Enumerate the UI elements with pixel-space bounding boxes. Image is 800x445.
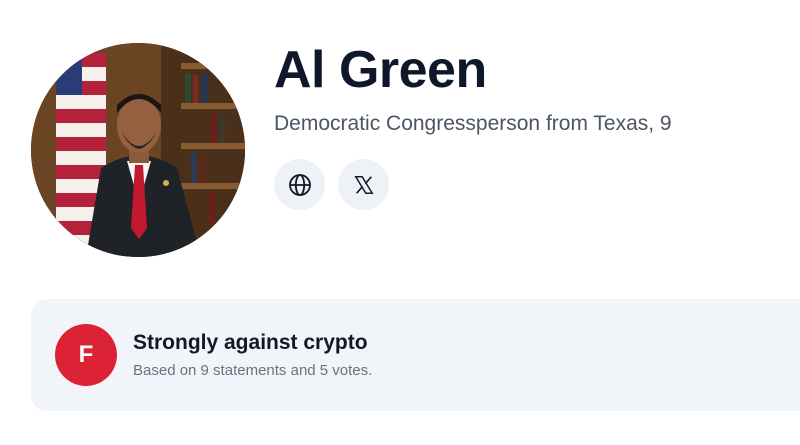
stance-summary: Based on 9 statements and 5 votes. bbox=[133, 362, 373, 379]
politician-name: Al Green bbox=[274, 41, 487, 99]
website-button[interactable] bbox=[274, 159, 325, 210]
stance-grade-badge: F bbox=[55, 324, 117, 386]
x-logo-icon bbox=[353, 175, 374, 194]
politician-subtitle: Democratic Congressperson from Texas, 9 bbox=[274, 112, 672, 135]
x-profile-button[interactable] bbox=[338, 159, 389, 210]
politician-profile-page: Al Green Democratic Congressperson from … bbox=[0, 0, 800, 445]
stance-title: Strongly against crypto bbox=[133, 331, 368, 354]
globe-icon bbox=[288, 173, 311, 196]
crypto-stance-card: F Strongly against crypto Based on 9 sta… bbox=[31, 299, 800, 411]
profile-photo bbox=[31, 43, 245, 257]
